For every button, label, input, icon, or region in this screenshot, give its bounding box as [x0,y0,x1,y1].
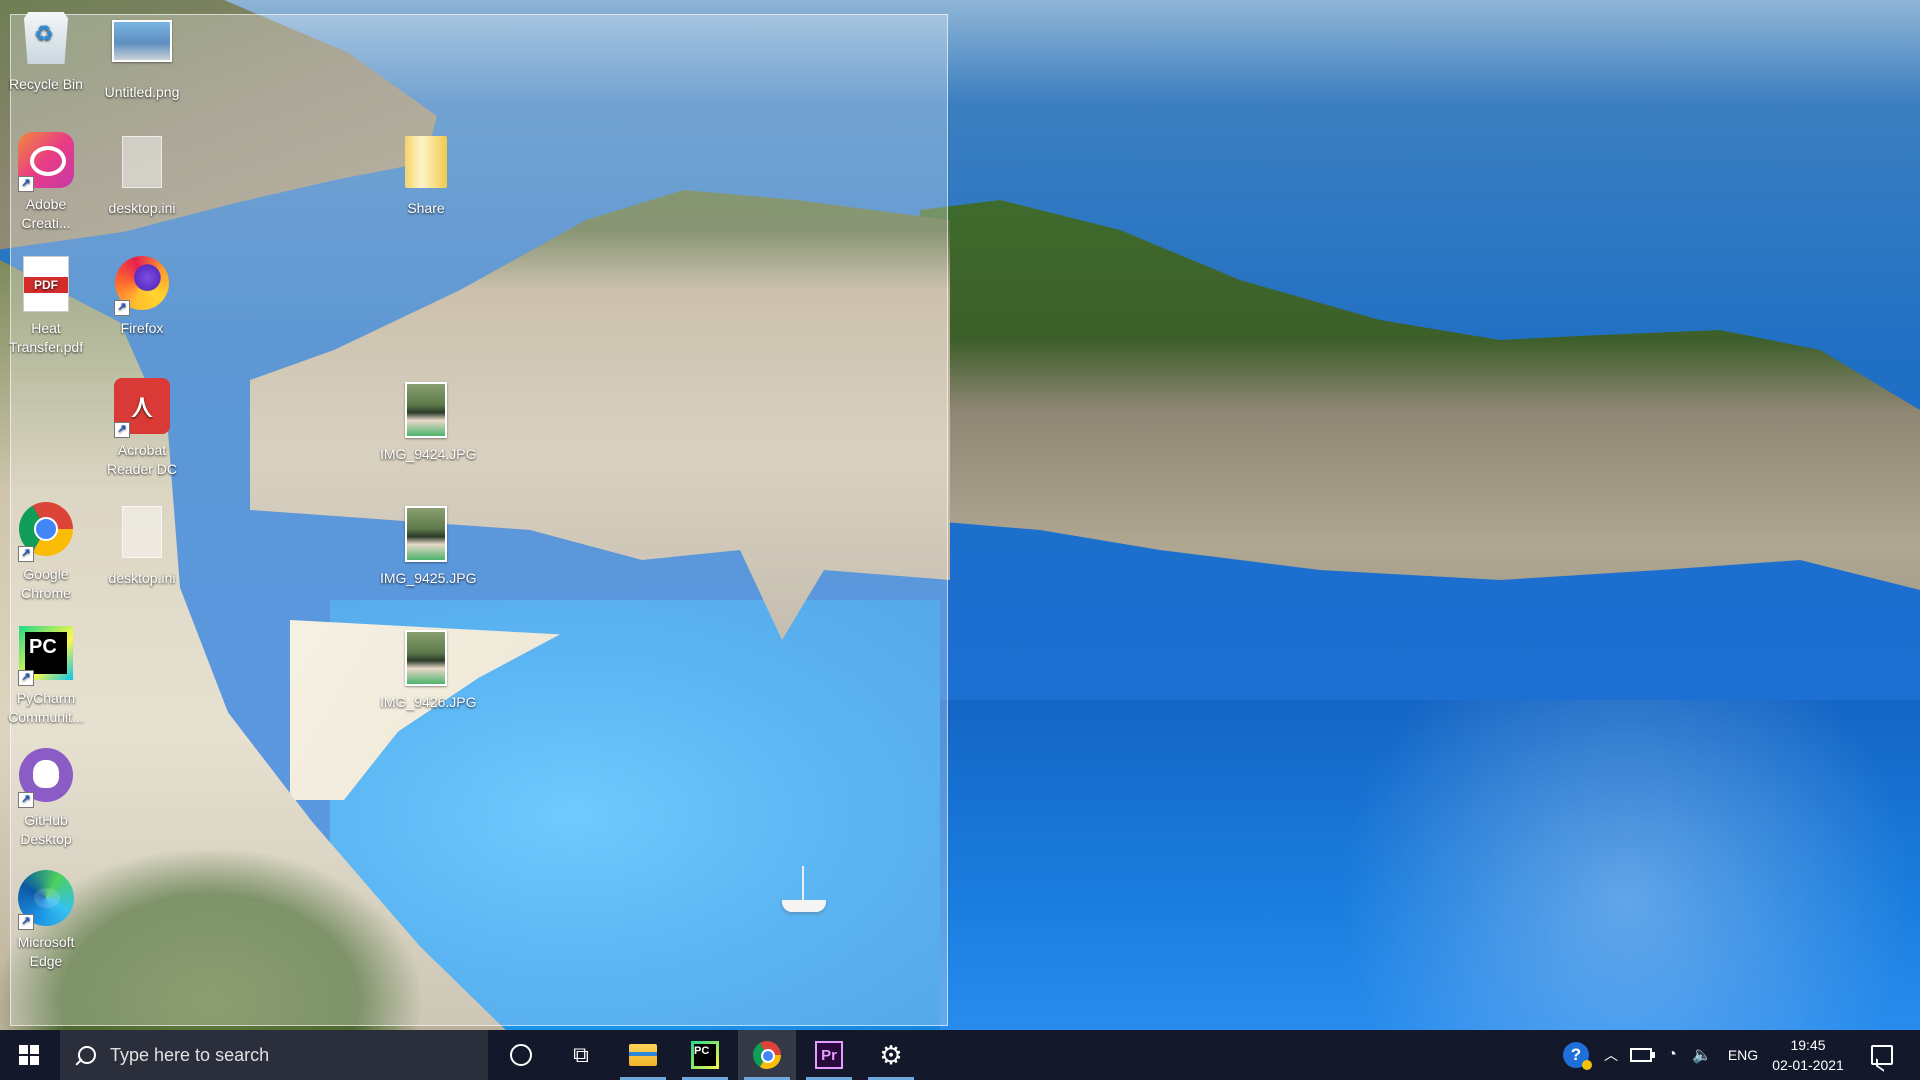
search-placeholder: Type here to search [110,1044,270,1065]
chevron-up-icon: ︿ [1604,1047,1618,1063]
desktop-icon-img-9426[interactable]: IMG_9426.JPG [380,624,477,712]
wallpaper-sea [940,700,1920,1030]
desktop-icon-img-9424[interactable]: IMG_9424.JPG [380,376,477,464]
desktop-icon-github-desktop[interactable]: ↗ GitHub Desktop [0,746,92,849]
desktop-icon-untitled-png[interactable]: Untitled.png [96,8,188,102]
action-center-button[interactable] [1862,1030,1902,1080]
network-button[interactable]: ◔ [1658,1030,1686,1080]
help-icon: ? [1563,1042,1592,1070]
shortcut-arrow-icon: ↗ [114,300,130,316]
task-view-icon: ⧉ [573,1042,589,1067]
folder-icon [405,136,447,188]
notification-icon [1871,1045,1893,1065]
pycharm-icon [691,1041,719,1069]
battery-icon [1630,1048,1655,1062]
desktop-icon-google-chrome[interactable]: ↗ Google Chrome [0,500,92,603]
taskbar-app-pycharm[interactable] [676,1030,734,1080]
taskbar-app-file-explorer[interactable] [614,1030,672,1080]
file-explorer-icon [629,1044,657,1066]
photo-icon [405,506,447,562]
clock-date: 02-01-2021 [1772,1057,1844,1073]
shortcut-arrow-icon: ↗ [18,914,34,930]
gear-icon: ⚙ [879,1039,903,1070]
settings-file-icon [122,136,162,188]
taskbar-app-chrome[interactable] [738,1030,796,1080]
chrome-icon [753,1041,781,1069]
photo-icon [405,630,447,686]
language-indicator[interactable]: ENG [1720,1030,1766,1080]
desktop-icon-share-folder[interactable]: Share [380,130,472,218]
wifi-icon: ◔ [1667,1046,1677,1063]
desktop-icon-pycharm[interactable]: PC ↗ PyCharm Communit... [0,624,92,727]
search-box[interactable]: Type here to search [60,1030,488,1080]
desktop-icon-microsoft-edge[interactable]: ↗ Microsoft Edge [0,868,92,971]
battery-button[interactable] [1626,1030,1656,1080]
desktop-icon-heat-transfer-pdf[interactable]: PDF Heat Transfer.pdf [0,254,92,357]
cortana-button[interactable] [496,1030,546,1080]
cortana-circle-icon [510,1044,532,1066]
windows-logo-icon [19,1045,39,1065]
desktop-icon-adobe-creative-cloud[interactable]: ↗ Adobe Creati... [0,130,92,233]
desktop-icon-recycle-bin[interactable]: Recycle Bin [0,8,92,94]
desktop-icon-img-9425[interactable]: IMG_9425.JPG [380,500,477,588]
desktop-icon-acrobat-reader[interactable]: ⋏ ↗ Acrobat Reader DC [96,376,188,479]
premiere-pro-icon: Pr [815,1041,843,1069]
photo-icon [405,382,447,438]
volume-button[interactable]: 🔈 [1688,1030,1716,1080]
desktop[interactable]: Recycle Bin ↗ Adobe Creati... PDF Heat T… [0,0,1920,1030]
shortcut-arrow-icon: ↗ [114,422,130,438]
search-icon [78,1046,96,1064]
desktop-icon-firefox[interactable]: ↗ Firefox [96,254,188,338]
shortcut-arrow-icon: ↗ [18,546,34,562]
settings-file-icon [122,506,162,558]
taskbar-app-settings[interactable]: ⚙ [862,1030,920,1080]
taskbar-app-premiere-pro[interactable]: Pr [800,1030,858,1080]
task-view-button[interactable]: ⧉ [556,1030,606,1080]
shortcut-arrow-icon: ↗ [18,792,34,808]
shortcut-arrow-icon: ↗ [18,670,34,686]
tray-help-button[interactable]: ? [1558,1030,1594,1080]
clock-time: 19:45 [1790,1037,1826,1053]
recycle-bin-icon [24,12,68,64]
show-hidden-icons-button[interactable]: ︿ [1598,1030,1624,1080]
speaker-icon: 🔈 [1692,1047,1712,1064]
language-label: ENG [1727,1047,1759,1063]
pdf-file-icon: PDF [23,256,69,312]
taskbar: Type here to search ⧉ Pr ⚙ ? ︿ ◔ 🔈 ENG 1… [0,1030,1920,1080]
shortcut-arrow-icon: ↗ [18,176,34,192]
wallpaper-headland [920,200,1920,590]
clock[interactable]: 19:45 02-01-2021 [1770,1030,1846,1080]
desktop-icon-desktop-ini[interactable]: desktop.ini [96,130,188,218]
image-file-icon [112,20,172,62]
desktop-icon-desktop-ini-2[interactable]: desktop.ini [96,500,188,588]
start-button[interactable] [0,1030,58,1080]
